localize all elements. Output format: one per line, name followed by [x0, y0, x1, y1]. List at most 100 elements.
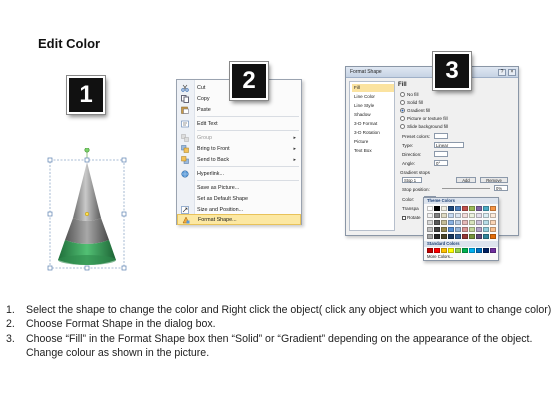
- category-fill[interactable]: Fill: [352, 84, 394, 92]
- theme-color-swatch[interactable]: [427, 206, 433, 211]
- stop-position-input[interactable]: 0%: [494, 185, 508, 191]
- theme-color-swatch[interactable]: [476, 227, 482, 232]
- menu-item-format-shape[interactable]: Format Shape...: [177, 214, 301, 225]
- theme-color-swatch[interactable]: [434, 206, 440, 211]
- standard-color-swatch[interactable]: [490, 248, 496, 253]
- fill-option-picture[interactable]: Picture or texture fill: [400, 116, 448, 122]
- menu-item-set-default-shape[interactable]: Set as Default Shape: [177, 193, 301, 204]
- theme-color-swatch[interactable]: [476, 234, 482, 239]
- preset-colors-label: Preset colors:: [402, 134, 431, 139]
- menu-item-paste[interactable]: Paste: [177, 104, 301, 115]
- theme-color-swatch[interactable]: [434, 213, 440, 218]
- theme-color-swatch[interactable]: [455, 206, 461, 211]
- standard-color-swatch[interactable]: [427, 248, 433, 253]
- theme-color-swatch[interactable]: [469, 234, 475, 239]
- menu-separator: [197, 116, 299, 117]
- more-colors-button[interactable]: More Colors...: [427, 254, 453, 259]
- selected-cone-shape[interactable]: [46, 147, 130, 272]
- theme-color-swatch[interactable]: [448, 213, 454, 218]
- theme-color-swatch[interactable]: [462, 206, 468, 211]
- menu-item-bring-to-front[interactable]: Bring to Front ▸: [177, 143, 301, 154]
- theme-color-swatch[interactable]: [469, 220, 475, 225]
- type-dropdown[interactable]: Linear: [434, 142, 464, 148]
- category-3d-format[interactable]: 3-D Format: [352, 120, 394, 128]
- theme-color-swatch[interactable]: [462, 220, 468, 225]
- theme-color-swatch[interactable]: [483, 227, 489, 232]
- help-button[interactable]: ?: [498, 69, 506, 76]
- theme-color-swatch[interactable]: [462, 234, 468, 239]
- theme-color-swatch[interactable]: [483, 206, 489, 211]
- theme-color-swatch[interactable]: [483, 213, 489, 218]
- direction-dropdown[interactable]: [434, 151, 448, 157]
- theme-color-swatch[interactable]: [476, 206, 482, 211]
- fill-option-gradient[interactable]: Gradient fill: [400, 108, 430, 114]
- standard-color-swatch[interactable]: [434, 248, 440, 253]
- fill-option-no-fill[interactable]: No fill: [400, 92, 419, 98]
- theme-color-swatch[interactable]: [427, 227, 433, 232]
- theme-color-swatch[interactable]: [490, 227, 496, 232]
- menu-item-send-to-back[interactable]: Send to Back ▸: [177, 154, 301, 165]
- category-text-box[interactable]: Text Box: [352, 147, 394, 155]
- theme-color-swatch[interactable]: [469, 206, 475, 211]
- category-line-color[interactable]: Line Color: [352, 93, 394, 101]
- theme-color-swatch[interactable]: [441, 234, 447, 239]
- theme-color-swatch[interactable]: [441, 206, 447, 211]
- theme-color-swatch[interactable]: [434, 220, 440, 225]
- close-button[interactable]: ×: [508, 69, 516, 76]
- category-picture[interactable]: Picture: [352, 138, 394, 146]
- theme-color-swatch[interactable]: [455, 213, 461, 218]
- color-label: Color:: [402, 197, 415, 202]
- standard-color-swatch[interactable]: [462, 248, 468, 253]
- preset-colors-dropdown[interactable]: [434, 133, 448, 139]
- standard-color-swatch[interactable]: [476, 248, 482, 253]
- theme-color-swatch[interactable]: [476, 220, 482, 225]
- remove-stop-button[interactable]: Remove: [480, 177, 508, 183]
- menu-item-hyperlink[interactable]: Hyperlink...: [177, 168, 301, 179]
- category-3d-rotation[interactable]: 3-D Rotation: [352, 129, 394, 137]
- theme-color-swatch[interactable]: [490, 213, 496, 218]
- standard-color-swatch[interactable]: [455, 248, 461, 253]
- fill-option-solid[interactable]: Solid fill: [400, 100, 423, 106]
- theme-color-swatch[interactable]: [469, 227, 475, 232]
- theme-color-swatch[interactable]: [455, 220, 461, 225]
- theme-color-swatch[interactable]: [441, 227, 447, 232]
- theme-color-swatch[interactable]: [490, 234, 496, 239]
- standard-color-swatch[interactable]: [483, 248, 489, 253]
- standard-color-swatch[interactable]: [469, 248, 475, 253]
- theme-color-swatch[interactable]: [434, 227, 440, 232]
- theme-color-swatch[interactable]: [476, 213, 482, 218]
- category-shadow[interactable]: Shadow: [352, 111, 394, 119]
- theme-color-swatch[interactable]: [441, 213, 447, 218]
- menu-item-group[interactable]: Group ▸: [177, 132, 301, 143]
- theme-color-swatch[interactable]: [462, 213, 468, 218]
- theme-color-swatch[interactable]: [448, 206, 454, 211]
- theme-color-swatch[interactable]: [455, 227, 461, 232]
- menu-item-edit-text[interactable]: Edit Text: [177, 118, 301, 129]
- angle-input[interactable]: 0°: [434, 160, 448, 166]
- theme-color-swatch[interactable]: [455, 234, 461, 239]
- fill-option-slide-bg[interactable]: Slide background fill: [400, 124, 448, 130]
- theme-color-swatch[interactable]: [427, 213, 433, 218]
- category-line-style[interactable]: Line Style: [352, 102, 394, 110]
- rotate-checkbox[interactable]: Rotate: [402, 215, 421, 220]
- theme-color-swatch[interactable]: [427, 220, 433, 225]
- stop-dropdown[interactable]: Stop 1: [402, 177, 422, 183]
- theme-color-swatch[interactable]: [448, 227, 454, 232]
- add-stop-button[interactable]: Add: [456, 177, 476, 183]
- theme-color-swatch[interactable]: [483, 234, 489, 239]
- theme-color-swatch[interactable]: [427, 234, 433, 239]
- theme-color-swatch[interactable]: [462, 227, 468, 232]
- standard-color-swatch[interactable]: [441, 248, 447, 253]
- theme-color-swatch[interactable]: [490, 206, 496, 211]
- theme-color-swatch[interactable]: [434, 234, 440, 239]
- theme-color-swatch[interactable]: [441, 220, 447, 225]
- theme-color-swatch[interactable]: [448, 234, 454, 239]
- theme-color-swatch[interactable]: [448, 220, 454, 225]
- menu-item-save-as-picture[interactable]: Save as Picture...: [177, 182, 301, 193]
- instructions-list: 1. Select the shape to change the color …: [6, 303, 556, 361]
- theme-color-swatch[interactable]: [469, 213, 475, 218]
- theme-color-swatch[interactable]: [490, 220, 496, 225]
- standard-color-swatch[interactable]: [448, 248, 454, 253]
- theme-color-swatch[interactable]: [483, 220, 489, 225]
- stop-position-slider[interactable]: [442, 188, 490, 189]
